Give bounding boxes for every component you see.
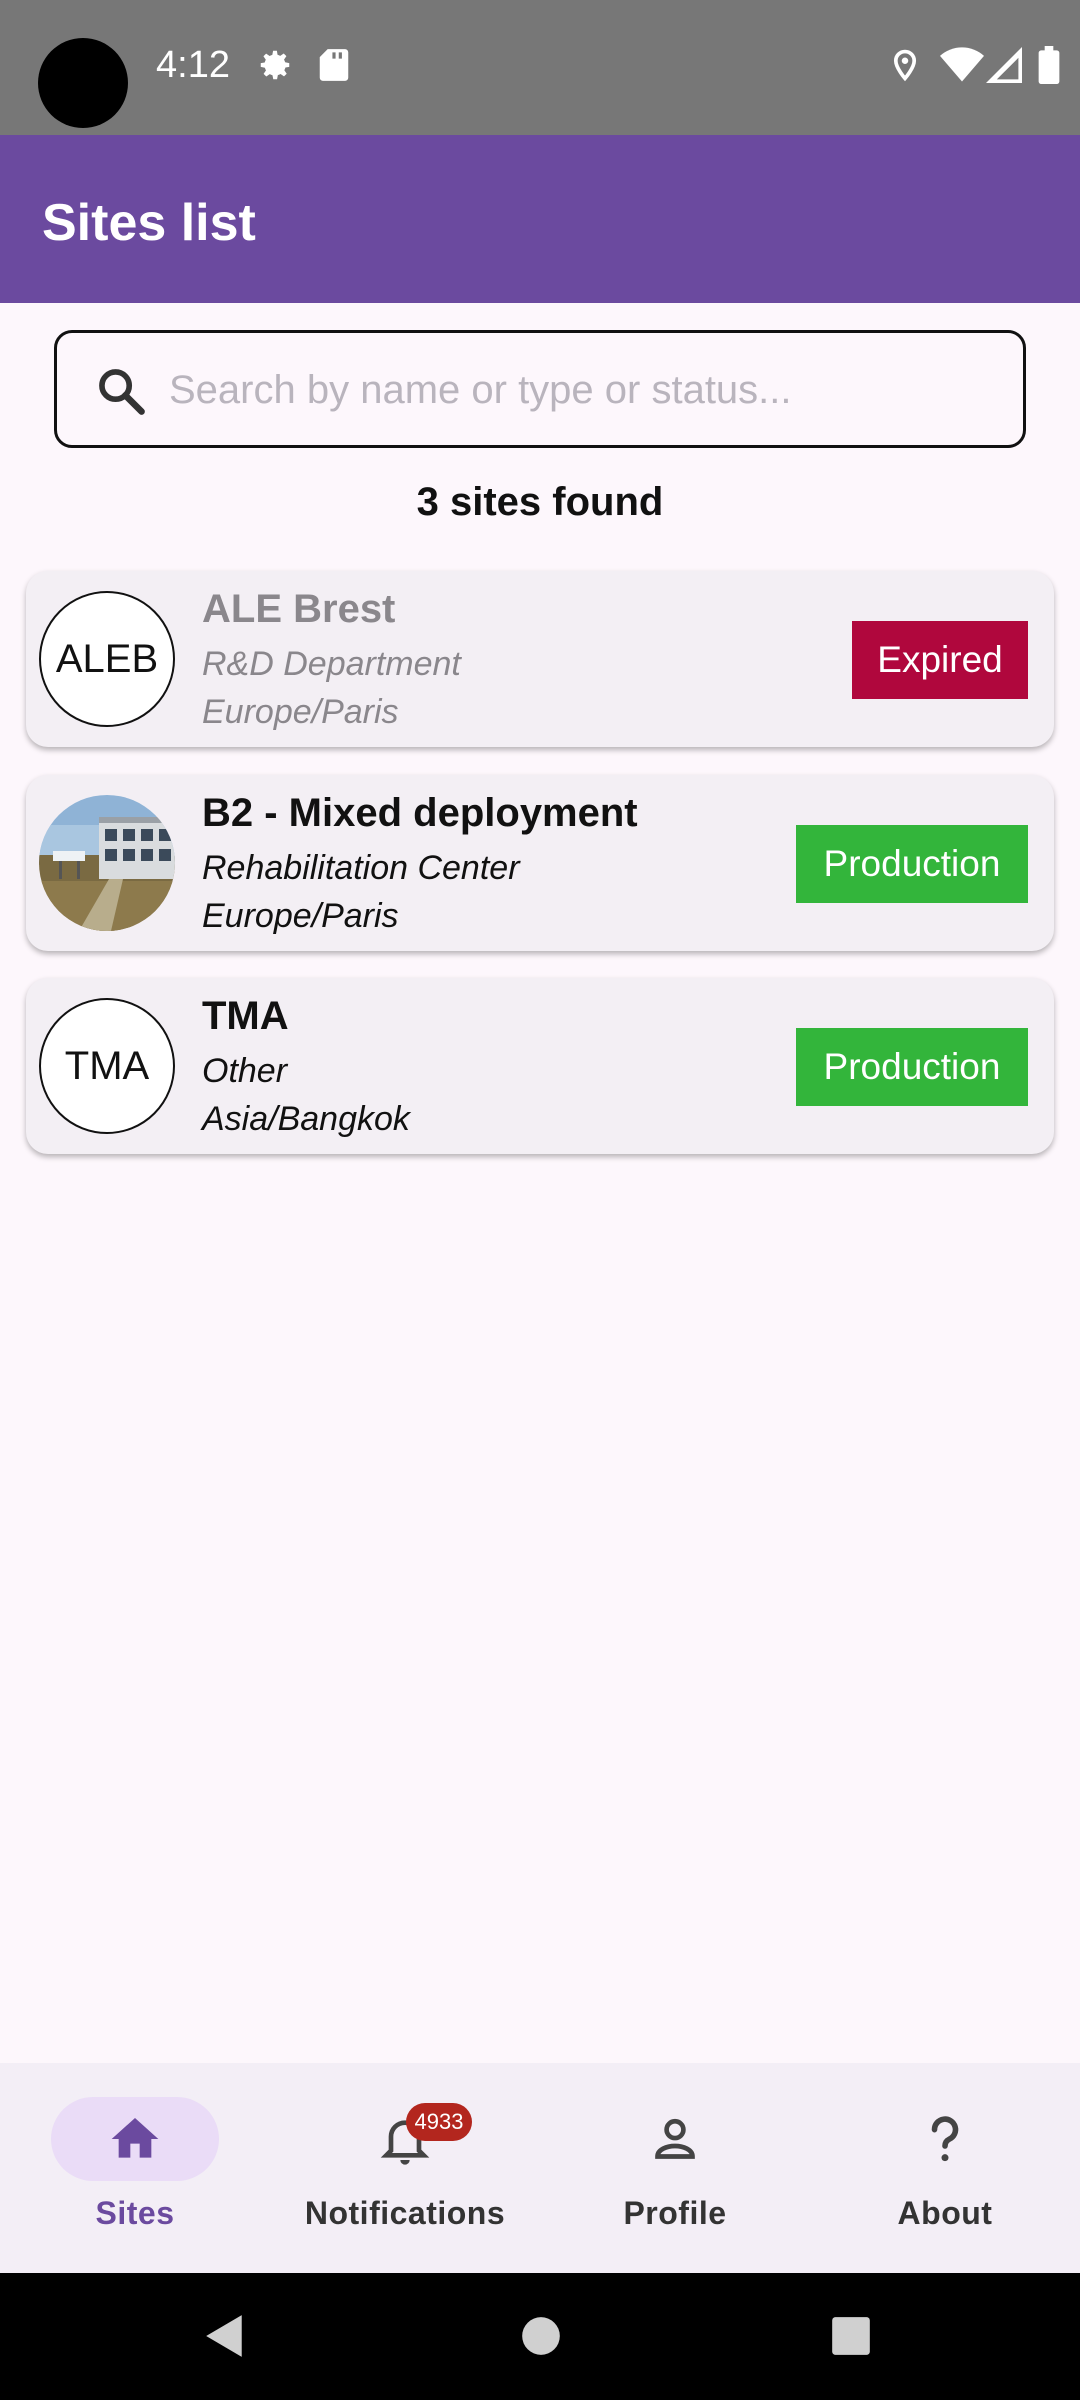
bottom-navigation: Sites 4933 Notifications Profile About [0, 2063, 1080, 2273]
nav-item-profile[interactable]: Profile [540, 2063, 810, 2273]
avatar-initials: TMA [64, 1043, 150, 1088]
app-bar: Sites list [0, 135, 1080, 303]
question-mark-icon [917, 2111, 973, 2172]
result-count: 3 sites found [416, 480, 664, 524]
nav-label: About [897, 2195, 993, 2231]
nav-label: Sites [95, 2195, 175, 2231]
avatar-initials: ALEB [55, 636, 159, 681]
search-input[interactable] [169, 355, 999, 425]
site-card[interactable]: ALEB ALE Brest R&D Department Europe/Par… [26, 571, 1054, 747]
location-icon [888, 46, 922, 89]
avatar: TMA [39, 998, 175, 1134]
signal-icon [986, 46, 1022, 89]
nav-label: Profile [623, 2195, 727, 2231]
avatar: ALEB [39, 591, 175, 727]
search-box[interactable] [54, 330, 1026, 448]
site-timezone: Europe/Paris [202, 897, 399, 935]
status-bar: 4:12 [0, 0, 1080, 135]
avatar [39, 795, 175, 931]
back-icon[interactable] [204, 2313, 246, 2364]
status-badge: Production [796, 1028, 1028, 1106]
building-photo [39, 795, 175, 931]
status-badge: Production [796, 825, 1028, 903]
camera-cutout [38, 38, 128, 128]
page-title: Sites list [42, 194, 256, 252]
site-timezone: Asia/Bangkok [202, 1100, 410, 1138]
site-name: TMA [202, 994, 289, 1038]
battery-icon [1038, 46, 1060, 89]
recents-icon[interactable] [830, 2313, 872, 2364]
notification-count-badge: 4933 [406, 2103, 472, 2141]
person-icon [647, 2111, 703, 2172]
site-card[interactable]: TMA TMA Other Asia/Bangkok Production [26, 978, 1054, 1154]
status-time: 4:12 [156, 44, 230, 86]
site-type: R&D Department [202, 645, 461, 683]
site-name: B2 - Mixed deployment [202, 791, 638, 835]
site-timezone: Europe/Paris [202, 693, 399, 731]
nav-item-notifications[interactable]: 4933 Notifications [270, 2063, 540, 2273]
home-button-icon[interactable] [520, 2313, 562, 2364]
site-name: ALE Brest [202, 587, 396, 631]
home-icon [107, 2111, 163, 2172]
status-badge: Expired [852, 621, 1028, 699]
nav-item-sites[interactable]: Sites [0, 2063, 270, 2273]
site-type: Other [202, 1052, 288, 1090]
search-icon [95, 365, 147, 422]
wifi-icon [940, 46, 984, 89]
sd-card-icon [318, 46, 350, 89]
site-type: Rehabilitation Center [202, 849, 520, 887]
nav-item-about[interactable]: About [810, 2063, 1080, 2273]
gear-icon [256, 46, 294, 89]
system-navigation-bar [0, 2273, 1080, 2400]
nav-label: Notifications [304, 2195, 506, 2231]
site-card[interactable]: B2 - Mixed deployment Rehabilitation Cen… [26, 775, 1054, 951]
